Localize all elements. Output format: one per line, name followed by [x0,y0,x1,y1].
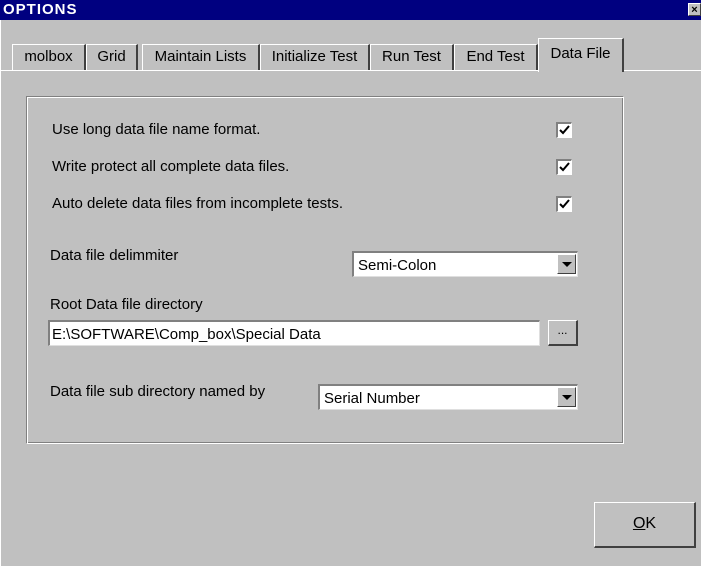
write-protect-checkbox[interactable] [556,159,572,175]
tab-label: Run Test [382,48,441,65]
ok-button[interactable]: OK [594,502,696,548]
option-auto-delete-label: Auto delete data files from incomplete t… [52,195,343,212]
chevron-down-icon [562,262,572,267]
tab-label: End Test [466,48,525,65]
checkmark-icon [559,199,570,209]
ok-label: K [645,515,657,532]
tab-end-test[interactable]: End Test [454,44,538,70]
sub-dir-dropdown-button[interactable] [557,387,576,407]
browse-button[interactable]: ... [548,320,578,346]
tab-label: Initialize Test [271,48,358,65]
tab-label: Grid [97,48,126,65]
sub-dir-select[interactable]: Serial Number [318,384,578,410]
tab-initialize-test[interactable]: Initialize Test [260,44,370,70]
long-name-checkbox[interactable] [556,122,572,138]
checkmark-icon [559,125,570,135]
tab-label: Data File [550,45,611,62]
tab-label: Maintain Lists [154,48,247,65]
title-bar: OPTIONS × [0,0,701,20]
window-title: OPTIONS [3,1,78,18]
root-dir-field[interactable]: E:\SOFTWARE\Comp_box\Special Data [48,320,540,346]
delimiter-label: Data file delimmiter [50,247,179,264]
chevron-down-icon [562,395,572,400]
delimiter-select[interactable]: Semi-Colon [352,251,578,277]
checkmark-icon [559,162,570,172]
delimiter-dropdown-button[interactable] [557,254,576,274]
tab-grid[interactable]: Grid [86,44,138,70]
tab-molbox[interactable]: molbox [12,44,86,70]
option-long-name-label: Use long data file name format. [52,121,261,138]
root-dir-label: Root Data file directory [50,296,203,313]
tab-data-file[interactable]: Data File [538,38,624,72]
ok-mnemonic: O [632,515,646,532]
close-icon: × [691,4,698,16]
tab-run-test[interactable]: Run Test [370,44,454,70]
delimiter-value: Semi-Colon [358,257,437,274]
auto-delete-checkbox[interactable] [556,196,572,212]
tab-panel-edge [0,70,538,71]
sub-dir-label: Data file sub directory named by [50,383,266,400]
browse-label: ... [557,323,568,337]
tab-maintain-lists[interactable]: Maintain Lists [142,44,260,70]
sub-dir-value: Serial Number [324,390,420,407]
option-write-protect-label: Write protect all complete data files. [52,158,290,175]
root-dir-value: E:\SOFTWARE\Comp_box\Special Data [52,326,321,343]
tab-label: molbox [24,48,73,65]
close-button[interactable]: × [688,3,701,16]
tab-panel-edge [624,70,701,71]
